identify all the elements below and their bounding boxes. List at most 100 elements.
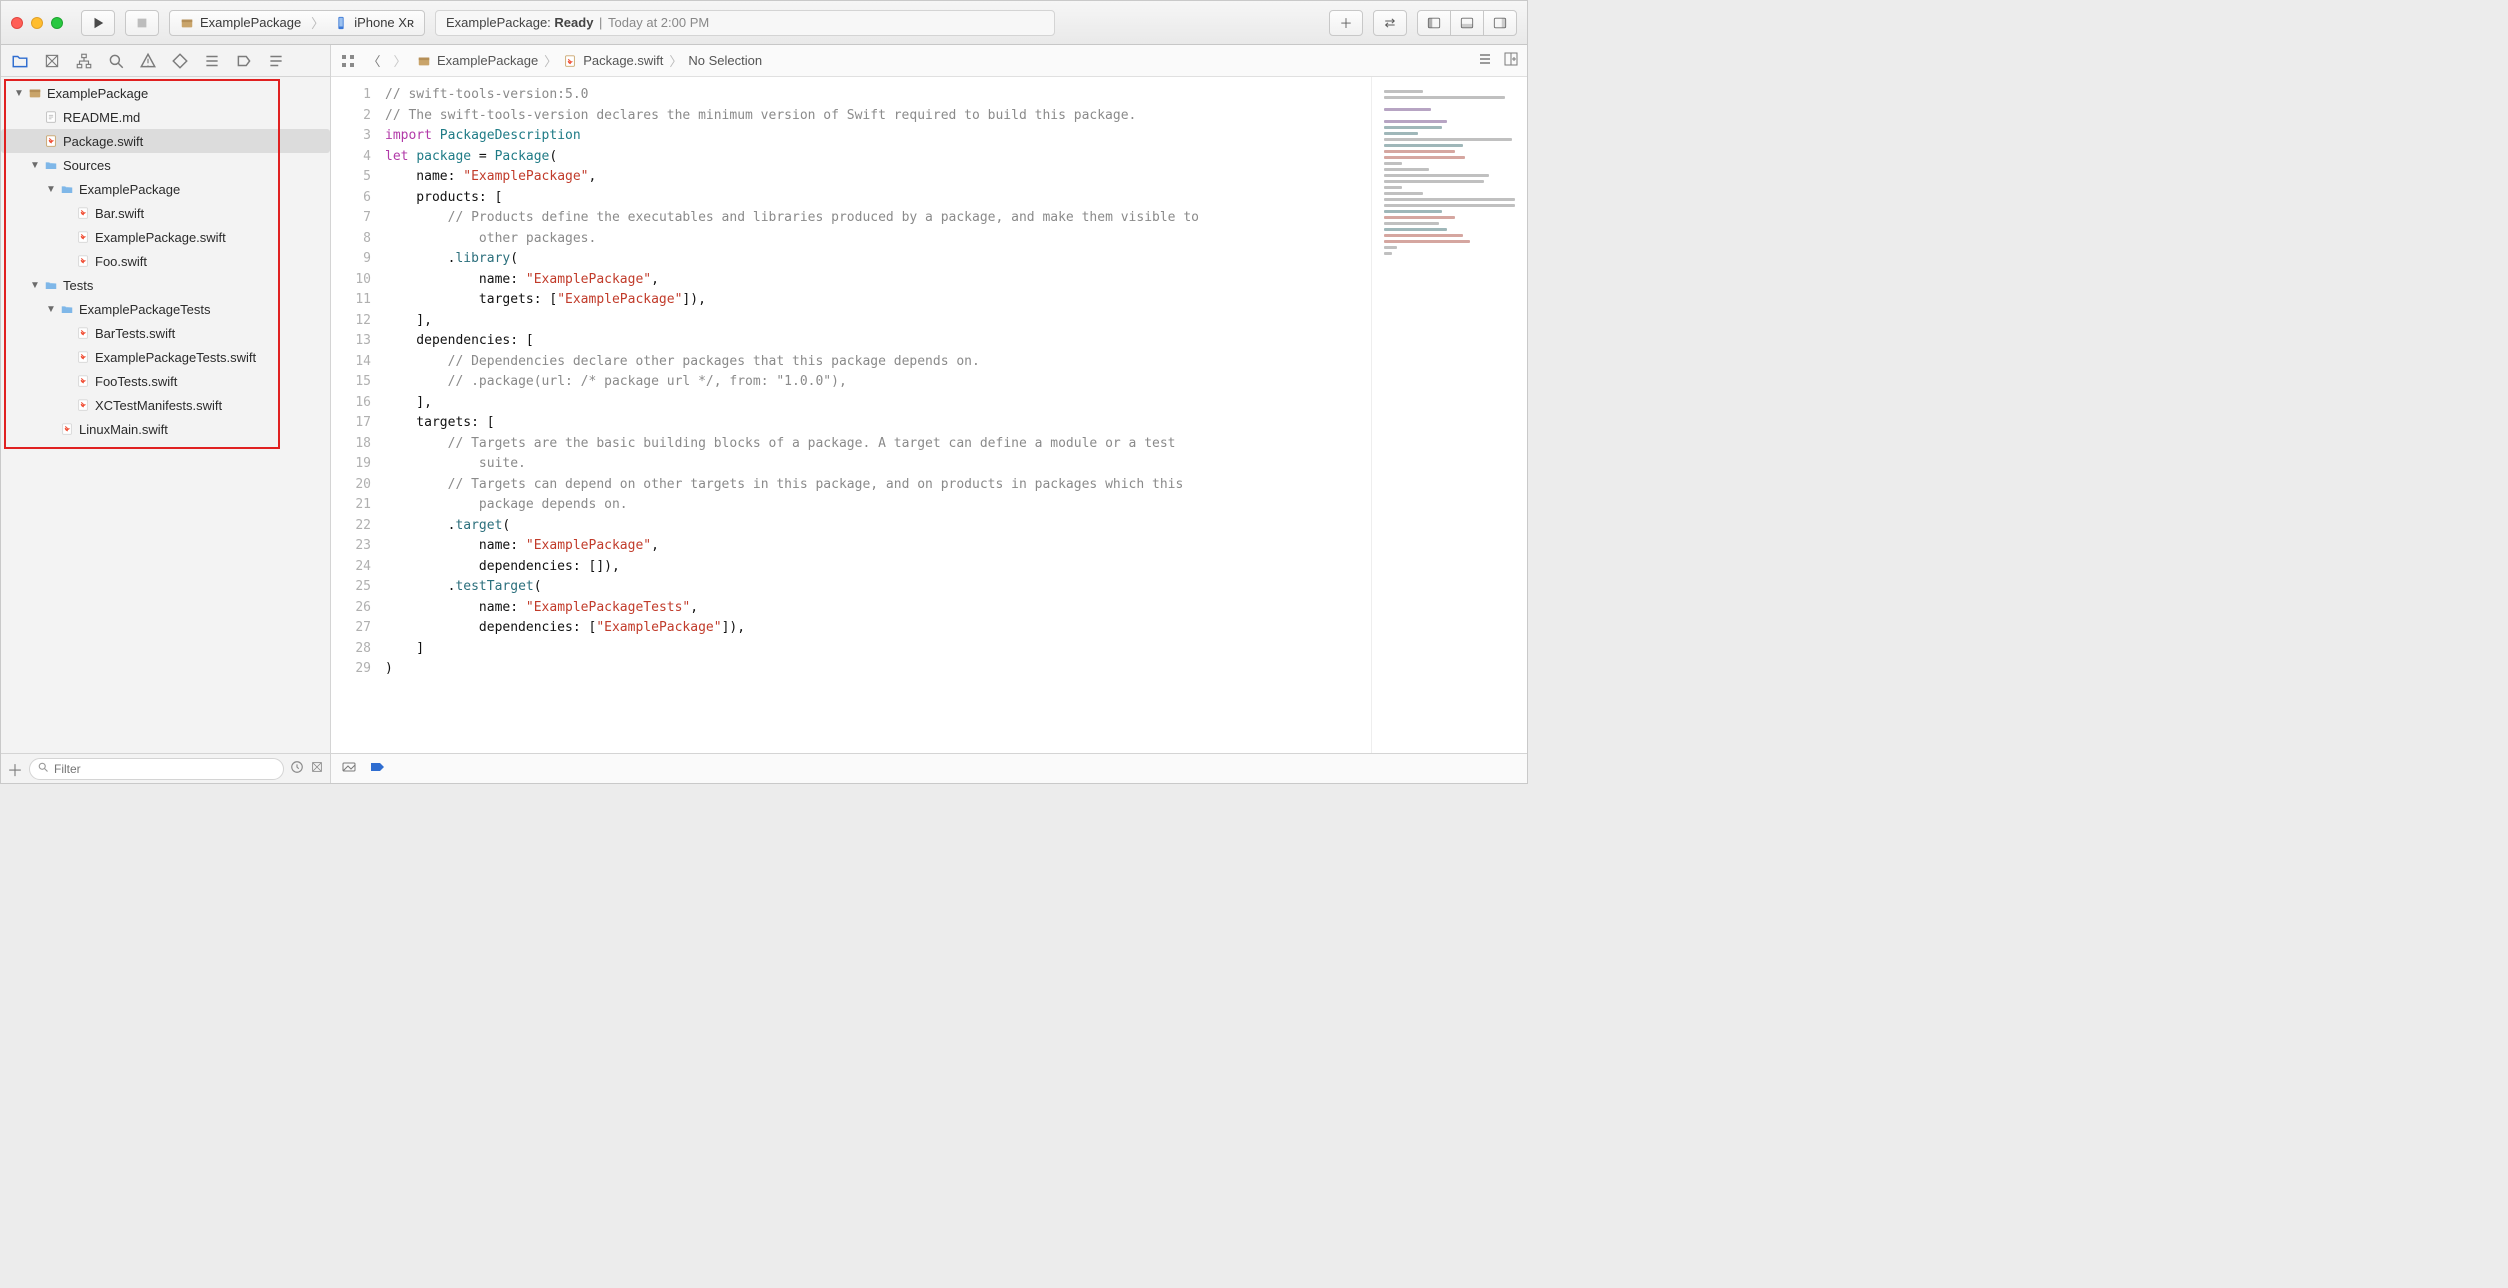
scm-filter-button[interactable] [310, 760, 324, 777]
crumb-2[interactable]: No Selection [688, 53, 762, 68]
tree-item[interactable]: ▶XCTestManifests.swift [1, 393, 330, 417]
stop-icon [135, 16, 149, 30]
search-icon [107, 52, 125, 70]
folder-icon [43, 158, 59, 172]
code-content[interactable]: // swift-tools-version:5.0// The swift-t… [381, 77, 1371, 753]
swift-pkg-icon [43, 134, 59, 148]
tree-item-label: Foo.swift [95, 254, 147, 269]
tree-item[interactable]: ▶ExamplePackage.swift [1, 225, 330, 249]
window-controls [11, 17, 63, 29]
crumb-0[interactable]: ExamplePackage [437, 53, 538, 68]
tree-item[interactable]: ▶Foo.swift [1, 249, 330, 273]
disclosure-triangle[interactable]: ▼ [45, 184, 57, 195]
close-window-button[interactable] [11, 17, 23, 29]
tree-item[interactable]: ▼ ExamplePackage [1, 81, 330, 105]
tree-item[interactable]: ▼ExamplePackage [1, 177, 330, 201]
report-navigator-tab[interactable] [267, 52, 285, 70]
nav-back-button[interactable]: 〈 [365, 52, 383, 70]
tree-item[interactable]: ▶Bar.swift [1, 201, 330, 225]
toggle-right-panel[interactable] [1483, 10, 1517, 36]
toggle-bottom-panel[interactable] [1450, 10, 1484, 36]
package-icon [180, 16, 194, 30]
add-file-button[interactable]: ＋ [7, 757, 23, 781]
swift-icon [75, 254, 91, 268]
disclosure-triangle[interactable]: ▼ [45, 304, 57, 315]
filter-input[interactable] [29, 758, 284, 780]
toggle-left-panel[interactable] [1417, 10, 1451, 36]
stop-button[interactable] [125, 10, 159, 36]
source-control-navigator-tab[interactable] [43, 52, 61, 70]
library-button[interactable]: ⇄ [1373, 10, 1407, 36]
crumb-1[interactable]: Package.swift [583, 53, 663, 68]
status-title: ExamplePackage: [446, 15, 551, 30]
minimap[interactable] [1371, 77, 1527, 753]
project-navigator-tab[interactable] [11, 52, 29, 70]
tree-item[interactable]: ▶Package.swift [1, 129, 330, 153]
zoom-window-button[interactable] [51, 17, 63, 29]
breakpoint-icon [235, 52, 253, 70]
file-tree[interactable]: ▼ExamplePackage▶README.md▶Package.swift▼… [1, 77, 330, 753]
breakpoint-navigator-tab[interactable] [235, 52, 253, 70]
disclosure-triangle[interactable]: ▼ [13, 88, 25, 99]
swift-icon [75, 374, 91, 388]
status-time: Today at 2:00 PM [608, 15, 709, 30]
scheme-selector[interactable]: ExamplePackage 〉 iPhone Xʀ [169, 10, 425, 36]
tree-item[interactable]: ▶BarTests.swift [1, 321, 330, 345]
panel-left-icon [1427, 16, 1441, 30]
run-button[interactable] [81, 10, 115, 36]
tree-item-label: FooTests.swift [95, 374, 177, 389]
hierarchy-icon [75, 52, 93, 70]
related-items-button[interactable] [339, 52, 357, 70]
toggle-breakpoints[interactable] [341, 759, 357, 778]
folder-icon [11, 52, 29, 70]
activity-view[interactable]: ExamplePackage: Ready | Today at 2:00 PM [435, 10, 1055, 36]
navigator-tabs [1, 45, 330, 77]
test-navigator-tab[interactable] [171, 52, 189, 70]
source-editor[interactable]: 1234567891011121314151617181920212223242… [331, 77, 1371, 753]
editor-body: 1234567891011121314151617181920212223242… [331, 77, 1527, 753]
status-separator: | [595, 15, 606, 30]
swift-icon [75, 230, 91, 244]
add-button[interactable]: ＋ [1329, 10, 1363, 36]
tree-item-label: Package.swift [63, 134, 143, 149]
disclosure-triangle[interactable]: ▼ [29, 160, 41, 171]
add-editor-button[interactable] [1503, 51, 1519, 70]
debug-navigator-tab[interactable] [203, 52, 221, 70]
chevron-right-icon: 〉 [669, 51, 682, 70]
tree-item[interactable]: ▶LinuxMain.swift [1, 417, 330, 441]
issue-navigator-tab[interactable] [139, 52, 157, 70]
debug-bar [331, 753, 1527, 783]
tree-item-label: Sources [63, 158, 111, 173]
tree-item-label: ExamplePackageTests.swift [95, 350, 256, 365]
source-control-icon [43, 52, 61, 70]
tree-item-label: ExamplePackage [47, 86, 148, 101]
device-icon [334, 16, 348, 30]
tree-item[interactable]: ▶ExamplePackageTests.swift [1, 345, 330, 369]
tree-item[interactable]: ▼Tests [1, 273, 330, 297]
symbol-navigator-tab[interactable] [75, 52, 93, 70]
status-state: Ready [554, 15, 593, 30]
play-icon [91, 16, 105, 30]
tree-item[interactable]: ▶FooTests.swift [1, 369, 330, 393]
swap-icon: ⇄ [1385, 15, 1396, 31]
find-navigator-tab[interactable] [107, 52, 125, 70]
disclosure-triangle[interactable]: ▼ [29, 280, 41, 291]
tree-item-label: BarTests.swift [95, 326, 175, 341]
swift-icon [75, 326, 91, 340]
minimize-window-button[interactable] [31, 17, 43, 29]
recent-filter-button[interactable] [290, 760, 304, 777]
line-gutter: 1234567891011121314151617181920212223242… [331, 77, 381, 753]
navigator-footer: ＋ [1, 753, 330, 783]
toolbar: ExamplePackage 〉 iPhone Xʀ ExamplePackag… [1, 1, 1527, 45]
tree-item[interactable]: ▶README.md [1, 105, 330, 129]
search-icon [37, 761, 49, 776]
tree-item[interactable]: ▼ Sources [1, 153, 330, 177]
nav-forward-button[interactable]: 〉 [391, 52, 409, 70]
package-icon [27, 86, 43, 100]
folder-icon [59, 302, 75, 316]
debug-continue[interactable] [369, 760, 387, 777]
editor-layout-button[interactable] [1477, 51, 1493, 70]
tree-item[interactable]: ▼ExamplePackageTests [1, 297, 330, 321]
breadcrumb[interactable]: ExamplePackage 〉 Package.swift 〉 No Sele… [417, 51, 762, 70]
window-body: ▼ExamplePackage▶README.md▶Package.swift▼… [1, 45, 1527, 783]
